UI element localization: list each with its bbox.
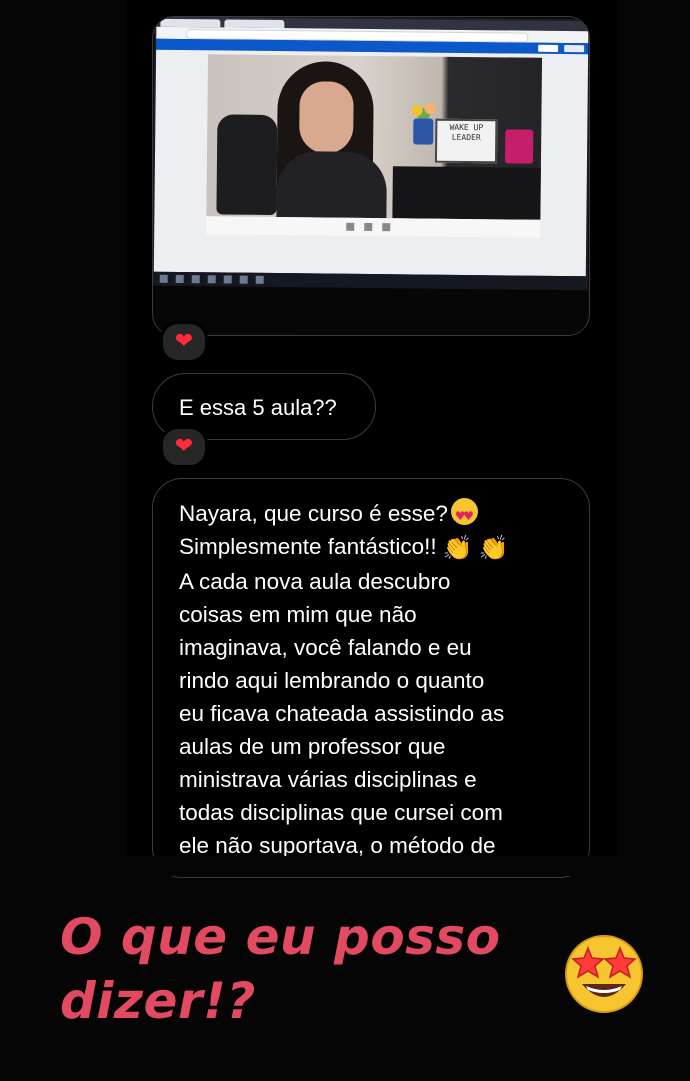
onedrive-button [538,44,559,52]
message-line: Nayara, que curso é esse? [179,497,567,533]
video-controls [206,216,541,238]
taskbar-app-icon [239,275,248,284]
desk [392,166,541,220]
message-line: todas disciplinas que cursei com [179,800,503,825]
photo-message[interactable]: WAKE UP LEADER [152,16,590,336]
monitor-bezel [153,285,588,335]
message-line: ministrava várias disciplinas e [179,767,477,792]
play-icon [346,222,355,231]
message-long[interactable]: Nayara, que curso é esse? Simplesmente f… [152,478,590,878]
flower-pot [413,118,434,145]
clapping-hands-icon: 👏 [442,534,473,562]
message-line: imaginava, você falando e eu [179,635,472,660]
message-line: Simplesmente fantástico!! 👏 👏 [179,530,567,565]
caption-line-2: dizer!? [60,972,256,1030]
caption-line-1: O que eu posso [60,908,501,966]
story-caption: O que eu posso dizer!? [60,905,540,1033]
chair [216,114,278,216]
person-body [276,151,388,220]
short-message-reaction[interactable]: ❤ [160,426,208,468]
video-frame: WAKE UP LEADER [206,54,543,220]
start-icon [159,274,168,283]
clapping-hands-icon: 👏 [478,534,509,562]
lightbox-sign: WAKE UP LEADER [434,118,498,164]
message-short-text: E essa 5 aula?? [179,395,337,420]
taskbar-app-icon [255,275,264,284]
photo-reaction[interactable]: ❤ [160,321,208,363]
heart-eyes-icon [450,498,478,533]
taskbar-app-icon [191,275,200,284]
message-line: A cada nova aula descubro [179,569,451,594]
onedrive-button [564,45,585,53]
star-struck-icon [565,935,643,1013]
message-line: coisas em mim que não [179,602,417,627]
taskbar-app-icon [223,275,232,284]
message-line-text: Nayara, que curso é esse? [179,501,448,526]
person-face [299,81,354,154]
pink-cup [504,129,534,164]
story-crop-edge [126,856,618,876]
taskbar-app-icon [207,275,216,284]
volume-icon [364,222,373,232]
message-line: aulas de um professor que [179,734,446,759]
message-line: eu ficava chateada assistindo as [179,701,505,726]
message-line-text: Simplesmente fantástico!! [179,534,437,559]
search-icon [175,274,184,284]
heart-icon: ❤ [174,434,194,459]
heart-icon: ❤ [174,329,194,354]
message-line: rindo aqui lembrando o quanto [179,668,485,693]
monitor-photo: WAKE UP LEADER [153,17,589,335]
fullscreen-icon [382,223,391,232]
